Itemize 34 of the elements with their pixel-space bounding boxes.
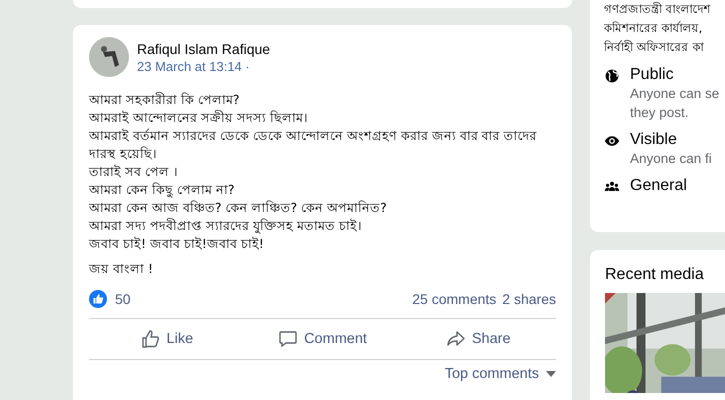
privacy-title: Visible	[630, 131, 678, 149]
privacy-title: General	[630, 177, 687, 195]
share-button[interactable]: Share	[400, 323, 556, 355]
post-text: আমরা কেন আজ বঞ্চিত? কেন লাঞ্চিত? কেন অপমানিত?	[89, 199, 388, 217]
globe-icon	[604, 68, 620, 84]
author-name[interactable]: Rafiqul Islam Rafique	[137, 40, 270, 56]
caret-icon	[546, 371, 556, 377]
post-text: আমরা কেন কিছু পেলাম না?	[89, 181, 236, 199]
description-text: নির্বাহী অফিসারের কা	[604, 39, 705, 56]
post-text: জয় বাংলা !	[89, 260, 154, 278]
post-text: জবাব চাই! জবাব চাই!জবাব চাই!	[89, 235, 265, 253]
post-text: আমরা সহকারীরা কি পেলাম?	[89, 91, 241, 109]
like-badge-icon	[89, 290, 107, 308]
avatar-icon[interactable]	[89, 37, 129, 77]
comment-count[interactable]: 25 comments	[412, 291, 496, 307]
privacy-title: Public	[630, 66, 675, 84]
speech-bubble-icon	[278, 329, 298, 349]
post-text: তারাই সব পেল ।	[89, 163, 179, 181]
sort-dropdown[interactable]: Top comments	[444, 366, 556, 382]
like-button[interactable]: Like	[89, 323, 245, 355]
comment-button[interactable]: Comment	[244, 323, 400, 355]
post-time[interactable]: 23 March at 13:14 ·	[137, 58, 270, 74]
description-text: গণপ্রজাতন্ত্রী বাংলাদেশ	[604, 1, 712, 18]
post-text: আমরা সদ্য পদবীপ্রাপ্ত স্যারদের যুক্তিসহ মতামত চাই।	[89, 217, 363, 235]
privacy-description: Anyone can se they post.	[630, 85, 720, 122]
privacy-description: Anyone can fi	[630, 150, 713, 168]
eye-icon	[604, 133, 620, 149]
post-text: আমরাই বর্তমান স্যারদের ডেকে ডেকে আন্দোলনে অংশগ্রহণ করার জন্য বার বার তাদের দারস্থ হয়েছি।	[89, 127, 538, 163]
post-text: আমরাই আন্দোলনের সক্রীয় সদস্য ছিলাম।	[89, 109, 309, 127]
share-count[interactable]: 2 shares	[502, 291, 556, 307]
thumbs-up-icon	[140, 329, 161, 349]
description-text: কমিশনারের কার্যালয়,	[604, 20, 704, 37]
reaction-count[interactable]: 50	[115, 291, 131, 307]
section-title: Recent media	[605, 266, 705, 284]
